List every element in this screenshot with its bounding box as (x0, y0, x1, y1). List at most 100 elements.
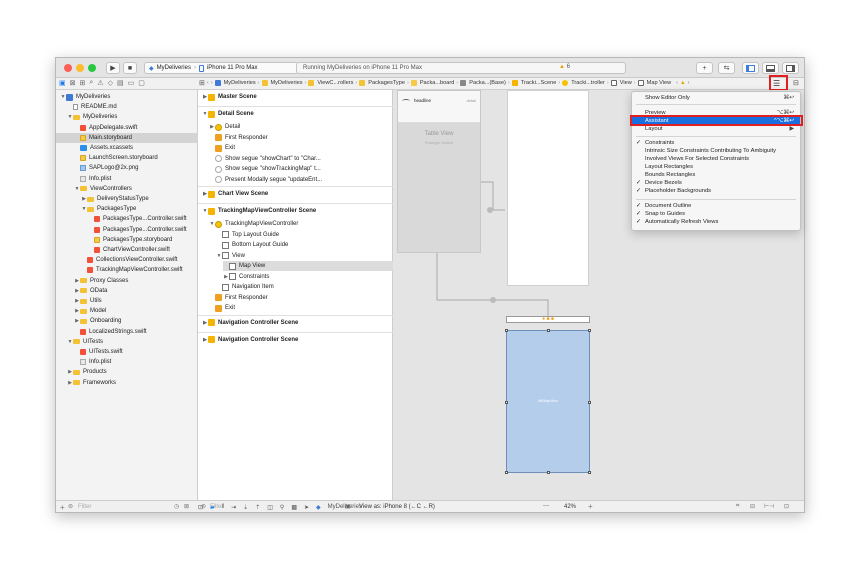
menu-item-toggle[interactable]: ✓ Constraints (632, 140, 800, 146)
previous-issue-icon[interactable]: ‹ (676, 80, 678, 86)
memory-graph-icon[interactable]: ⚲ (280, 504, 284, 511)
recent-files-icon[interactable]: ◷ (174, 503, 179, 510)
zoom-in-button[interactable]: + (588, 502, 593, 511)
detail-scene[interactable] (507, 90, 589, 286)
navigator-item[interactable]: ChartViewController.swift (88, 245, 170, 255)
resize-handle[interactable] (505, 471, 508, 474)
resolve-issues-icon[interactable]: ⊡ (784, 503, 789, 510)
view-as-label[interactable]: View as: iPhone 8 (←C ←R) (359, 504, 435, 510)
navigator-item[interactable]: ▶ Onboarding (74, 316, 121, 326)
resize-handle[interactable] (547, 329, 550, 332)
resize-handle[interactable] (588, 401, 591, 404)
navigator-item[interactable]: README.md (67, 102, 117, 112)
outline-scene[interactable]: ▼ Detail Scene (202, 109, 254, 119)
menu-item-toggle[interactable]: ✓ Automatically Refresh Views (632, 219, 800, 225)
breakpoints-toggle-icon[interactable]: ▰ (210, 504, 215, 511)
menu-item-toggle[interactable]: ✓ Document Outline (632, 203, 800, 209)
next-issue-icon[interactable]: › (688, 80, 690, 86)
outline-item[interactable]: Present Modally segue "updateEnt... (209, 175, 322, 185)
outline-item[interactable]: Exit (209, 303, 235, 313)
navigator-item[interactable]: ▼ PackagesType (81, 204, 137, 214)
navigator-item[interactable]: Info.plist (74, 357, 111, 367)
navigator-item[interactable]: PackagesType...Controller.swift (88, 214, 187, 224)
navigator-item[interactable]: ▶ Utils (74, 296, 102, 306)
zoom-out-button[interactable]: — (543, 503, 549, 509)
add-file-icon[interactable]: + (60, 503, 65, 512)
editor-options-button[interactable]: ☰ (773, 79, 780, 88)
navigator-item[interactable]: PackagesType.storyboard (88, 235, 172, 245)
navigator-item[interactable]: SAPLogo@2x.png (74, 163, 138, 173)
navigator-item[interactable]: LocalizedStrings.swift (74, 327, 147, 337)
jump-item[interactable]: Packa...(Base) (469, 80, 506, 86)
navigator-item[interactable]: ▶ Proxy Classes (74, 276, 128, 286)
outline-item[interactable]: First Responder (209, 293, 268, 303)
outline-item[interactable]: First Responder (209, 133, 268, 143)
align-icon[interactable]: ⊟ (750, 503, 755, 510)
outline-item[interactable]: ▶ Constraints (223, 272, 269, 282)
navigator-item[interactable]: ▶ OData (74, 286, 107, 296)
navigator-item[interactable]: ▶ DeliveryStatusType (81, 194, 149, 204)
navigator-item[interactable]: Info.plist (74, 174, 111, 184)
toggle-debug-area-button[interactable] (762, 62, 779, 74)
menu-item-toggle[interactable]: Layout Rectangles (632, 164, 800, 170)
environment-icon[interactable]: ▩ (291, 504, 297, 511)
navigator-item[interactable]: ▼ UITests (67, 337, 104, 347)
zoom-window-button[interactable] (88, 64, 96, 72)
warning-icon[interactable]: ⚠ (97, 79, 103, 87)
navigator-item[interactable]: CollectionsViewController.swift (81, 255, 178, 265)
navigator-item[interactable]: AppDelegate.swift (74, 123, 137, 133)
jump-item[interactable]: ViewC...rollers (317, 80, 353, 86)
outline-item[interactable]: Bottom Layout Guide (216, 240, 288, 250)
add-editor-button[interactable]: ⊟ (793, 79, 799, 87)
scm-filter-icon[interactable]: ⊠ (184, 503, 189, 510)
step-over-icon[interactable]: ⇥ (231, 504, 236, 511)
navigator-item[interactable]: LaunchScreen.storyboard (74, 153, 158, 163)
outline-item[interactable]: Show segue "showChart" to "Char... (209, 154, 321, 164)
menu-item-toggle[interactable]: Bounds Rectangles (632, 172, 800, 178)
outline-scene[interactable]: ▶ Navigation Controller Scene (202, 335, 298, 345)
navigator-item[interactable]: Assets.xcassets (74, 143, 133, 153)
jump-item[interactable]: Tracki...Scene (521, 80, 557, 86)
folder-icon[interactable]: ▣ (59, 79, 66, 87)
toggle-navigator-button[interactable] (742, 62, 759, 74)
navigator-item[interactable]: ▶ Products (67, 367, 107, 377)
resize-handle[interactable] (547, 471, 550, 474)
warning-icon[interactable]: ▲ (680, 80, 686, 86)
toggle-inspector-button[interactable] (782, 62, 799, 74)
pause-icon[interactable]: ‖ (222, 504, 224, 511)
jump-item[interactable]: Packa...board (420, 80, 455, 86)
minimize-window-button[interactable] (76, 64, 84, 72)
outline-scene[interactable]: ▼ TrackingMapViewController Scene (202, 206, 316, 216)
search-icon[interactable]: ⌕ (89, 79, 93, 87)
step-into-icon[interactable]: ⇣ (243, 504, 248, 511)
grid-icon[interactable]: ⊞ (199, 79, 205, 87)
navigator-item[interactable]: ▶ Model (74, 306, 106, 316)
test-icon[interactable]: ◇ (108, 79, 113, 87)
view-hierarchy-icon[interactable]: ◫ (267, 504, 273, 511)
forward-arrow-icon[interactable]: › (211, 80, 213, 86)
navigator-item[interactable]: ▼ MyDeliveries (60, 92, 110, 102)
location-icon[interactable]: ➤ (304, 504, 309, 511)
navigator-item[interactable]: ▼ MyDeliveries (67, 112, 118, 122)
navigator-item[interactable]: ▼ ViewControllers (74, 184, 132, 194)
library-button[interactable]: + (696, 62, 713, 74)
outline-item[interactable]: Map View (223, 261, 393, 271)
close-window-button[interactable] (64, 64, 72, 72)
jump-item[interactable]: MyDeliveries (224, 80, 256, 86)
debug-area-icon[interactable]: ⊡ (198, 504, 203, 511)
scheme-selector[interactable]: ◆ MyDeliveries › iPhone 11 Pro Max (144, 62, 299, 74)
navigator-item[interactable]: ▶ Frameworks (67, 378, 116, 388)
navigator-filter-input[interactable]: Filter (78, 504, 91, 510)
outline-item[interactable]: Show segue "showTrackingMap" t... (209, 164, 321, 174)
menu-item-layout[interactable]: Layout ▶ (632, 126, 800, 132)
menu-item-toggle[interactable]: ✓ Placeholder Backgrounds (632, 188, 800, 194)
menu-item-toggle[interactable]: ✓ Snap to Guides (632, 211, 800, 217)
jump-item[interactable]: Tracki...troller (571, 80, 605, 86)
jump-item[interactable]: Map View (647, 80, 671, 86)
breakpoint-icon[interactable]: ▭ (128, 79, 135, 87)
menu-item-show-editor-only[interactable]: Show Editor Only ⌘↩ (632, 95, 800, 101)
navigator-item[interactable]: UITests.swift (74, 347, 123, 357)
navigator-item[interactable]: Main.storyboard (56, 132, 198, 143)
outline-item[interactable]: ▼ TrackingMapViewController (209, 219, 298, 229)
jump-item[interactable]: View (620, 80, 632, 86)
